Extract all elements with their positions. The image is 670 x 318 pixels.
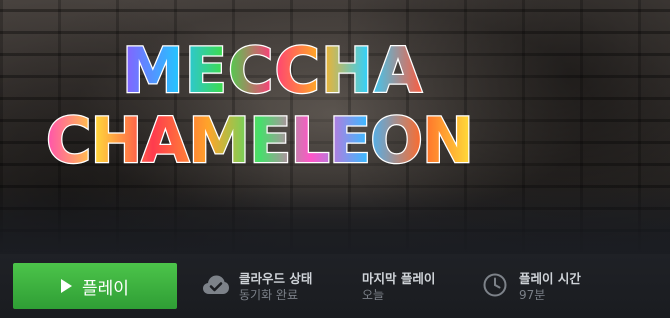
logo-line-2: CHAMELEON bbox=[46, 104, 473, 176]
game-logo: MECCHA CHAMELEON bbox=[45, 26, 506, 179]
cloud-status-label: 클라우드 상태 bbox=[239, 271, 313, 286]
cloud-check-icon bbox=[202, 274, 230, 300]
last-played: 마지막 플레이 오늘 bbox=[362, 267, 435, 307]
clock-icon bbox=[482, 272, 508, 302]
play-triangle-icon bbox=[61, 279, 73, 293]
cloud-status: 클라우드 상태 동기화 완료 bbox=[202, 267, 312, 307]
game-hero-banner: MECCHA CHAMELEON bbox=[0, 0, 670, 254]
play-button[interactable]: 플레이 bbox=[13, 263, 177, 309]
play-time-label: 플레이 시간 bbox=[519, 271, 581, 286]
last-played-value: 오늘 bbox=[362, 288, 385, 302]
last-played-label: 마지막 플레이 bbox=[362, 271, 436, 286]
cloud-status-value: 동기화 완료 bbox=[239, 288, 299, 302]
game-action-bar: 플레이 클라우드 상태 동기화 완료 마지막 플레이 오늘 플레이 시간 97분 bbox=[0, 254, 670, 318]
logo-line-1: MECCHA bbox=[122, 34, 423, 107]
game-logo-art: MECCHA CHAMELEON bbox=[45, 33, 475, 179]
play-time-value: 97분 bbox=[519, 288, 546, 302]
play-time: 플레이 시간 97분 bbox=[482, 267, 581, 307]
play-button-label: 플레이 bbox=[82, 278, 129, 298]
